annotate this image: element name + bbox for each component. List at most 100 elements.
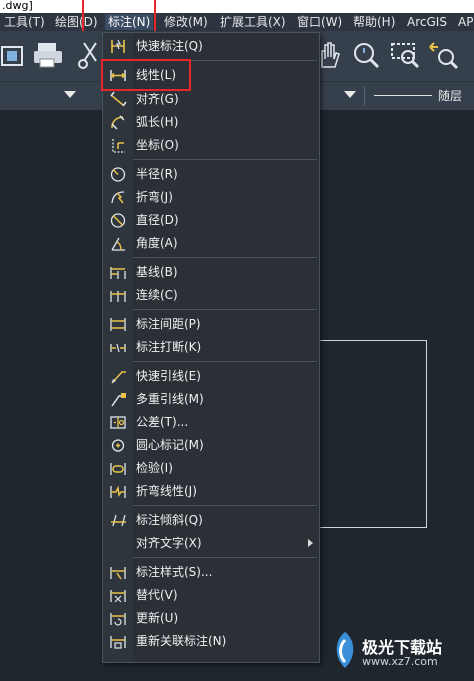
zoom-window-icon[interactable] <box>390 39 422 71</box>
menu-item-dimension-break[interactable]: 标注打断(K) <box>103 336 319 359</box>
menu-item-aligned[interactable]: 对齐(G) <box>103 88 319 111</box>
menu-separator <box>133 557 317 558</box>
site-logo-icon <box>336 632 354 668</box>
menu-item-label: 对齐文字(X) <box>136 536 202 550</box>
jogged-icon <box>111 191 125 204</box>
menu-item-label: 更新(U) <box>136 611 179 625</box>
menu-item-jogged[interactable]: 折弯(J) <box>103 186 319 209</box>
menu-item-tolerance[interactable]: 公差(T)... <box>103 411 319 434</box>
menu-item-label: 坐标(O) <box>136 138 179 152</box>
jogged-linear-icon <box>110 485 126 498</box>
menu-arcgis[interactable]: ArcGIS <box>407 14 447 30</box>
continue-icon <box>110 291 126 302</box>
menu-bar: 工具(T) 绘图(D) 标注(N) 修改(M) 扩展工具(X) 窗口(W) 帮助… <box>0 13 474 31</box>
watermark-url: www.xz7.com <box>362 655 438 668</box>
dimension-menu: 快速标注(Q) 线性(L) 对齐(G) 弧长(H) 坐标(O) 半径(R) 折弯… <box>102 32 320 663</box>
menu-item-multileader[interactable]: 多重引线(M) <box>103 388 319 411</box>
menu-extension-tools[interactable]: 扩展工具(X) <box>220 14 286 30</box>
menu-item-radius[interactable]: 半径(R) <box>103 163 319 186</box>
menu-separator <box>133 361 317 362</box>
menu-tools[interactable]: 工具(T) <box>4 14 45 30</box>
menu-modify[interactable]: 修改(M) <box>164 14 208 30</box>
menu-ap[interactable]: AP <box>458 14 473 30</box>
menu-item-label: 折弯线性(J) <box>136 484 197 498</box>
menu-window[interactable]: 窗口(W) <box>297 14 342 30</box>
menu-item-label: 弧长(H) <box>136 115 179 129</box>
linetype-preview <box>374 95 432 96</box>
menu-item-arc-length[interactable]: 弧长(H) <box>103 111 319 134</box>
ordinate-icon <box>112 139 125 153</box>
menu-item-ordinate[interactable]: 坐标(O) <box>103 134 319 157</box>
menu-item-label: 标注打断(K) <box>136 340 202 354</box>
dimension-style-icon <box>110 567 126 580</box>
window-title-bar: .dwg] <box>0 0 474 13</box>
menu-item-label: 公差(T)... <box>136 415 189 429</box>
menu-separator <box>133 159 317 160</box>
menu-item-label: 折弯(J) <box>136 190 173 204</box>
menu-draw[interactable]: 绘图(D) <box>55 14 98 30</box>
menu-item-diameter[interactable]: 直径(D) <box>103 209 319 232</box>
center-mark-icon <box>111 439 125 452</box>
zoom-realtime-icon[interactable] <box>350 39 382 71</box>
menu-item-label: 标注样式(S)... <box>136 565 213 579</box>
menu-item-update[interactable]: 更新(U) <box>103 607 319 630</box>
menu-item-dimension-style[interactable]: 标注样式(S)... <box>103 561 319 584</box>
oblique-icon <box>111 514 126 527</box>
menu-dimension[interactable]: 标注(N) <box>105 14 154 30</box>
menu-item-label: 标注间距(P) <box>136 317 201 331</box>
menu-item-label: 快速标注(Q) <box>136 39 203 53</box>
menu-item-continue[interactable]: 连续(C) <box>103 284 319 307</box>
arc-length-icon <box>111 115 125 130</box>
radius-icon <box>110 167 126 182</box>
quick-leader-icon <box>111 371 126 384</box>
menu-item-dimension-space[interactable]: 标注间距(P) <box>103 313 319 336</box>
menu-item-label: 重新关联标注(N) <box>136 634 227 648</box>
menu-item-baseline[interactable]: 基线(B) <box>103 261 319 284</box>
menu-item-label: 半径(R) <box>136 167 178 181</box>
aligned-dimension-icon <box>110 91 127 107</box>
menu-item-label: 替代(V) <box>136 588 178 602</box>
inspection-icon <box>110 463 126 475</box>
submenu-arrow-icon <box>308 539 313 547</box>
layer-value[interactable]: 随层 <box>438 87 462 104</box>
menu-item-linear[interactable]: 线性(L) <box>103 64 319 87</box>
update-icon <box>110 613 126 626</box>
baseline-icon <box>110 267 126 279</box>
menu-separator <box>133 309 317 310</box>
print-icon[interactable] <box>32 39 64 71</box>
menu-item-label: 线性(L) <box>136 68 177 82</box>
dimension-break-icon <box>110 343 126 353</box>
menu-item-angular[interactable]: 角度(A) <box>103 232 319 255</box>
menu-item-label: 直径(D) <box>136 213 179 227</box>
diameter-icon <box>110 213 126 228</box>
zoom-extents-icon[interactable] <box>0 39 32 71</box>
menu-item-quick-leader[interactable]: 快速引线(E) <box>103 365 319 388</box>
menu-item-inspection[interactable]: 检验(I) <box>103 457 319 480</box>
menu-item-label: 基线(B) <box>136 265 178 279</box>
menu-help[interactable]: 帮助(H) <box>353 14 395 30</box>
quick-dimension-icon <box>111 39 125 53</box>
menu-separator <box>133 505 317 506</box>
chevron-down-icon[interactable] <box>344 91 356 98</box>
angular-icon <box>111 237 125 251</box>
menu-item-label: 多重引线(M) <box>136 392 204 406</box>
menu-item-label: 对齐(G) <box>136 92 179 106</box>
window-title: .dwg] <box>2 0 33 12</box>
menu-item-reassociate[interactable]: 重新关联标注(N) <box>103 630 319 653</box>
multileader-icon <box>111 393 126 407</box>
menu-item-oblique[interactable]: 标注倾斜(Q) <box>103 509 319 532</box>
menu-separator <box>133 60 317 61</box>
menu-item-override[interactable]: 替代(V) <box>103 584 319 607</box>
menu-item-align-text[interactable]: 对齐文字(X) <box>103 532 319 555</box>
zoom-previous-icon[interactable] <box>428 39 460 71</box>
menu-item-label: 圆心标记(M) <box>136 438 204 452</box>
tolerance-icon <box>110 416 126 429</box>
menu-item-center-mark[interactable]: 圆心标记(M) <box>103 434 319 457</box>
menu-separator <box>133 257 317 258</box>
menu-item-quick-dimension[interactable]: 快速标注(Q) <box>103 35 319 58</box>
menu-item-label: 角度(A) <box>136 236 178 250</box>
chevron-down-icon[interactable] <box>64 91 76 98</box>
menu-item-label: 连续(C) <box>136 288 178 302</box>
linear-dimension-icon <box>110 70 126 81</box>
menu-item-jogged-linear[interactable]: 折弯线性(J) <box>103 480 319 503</box>
